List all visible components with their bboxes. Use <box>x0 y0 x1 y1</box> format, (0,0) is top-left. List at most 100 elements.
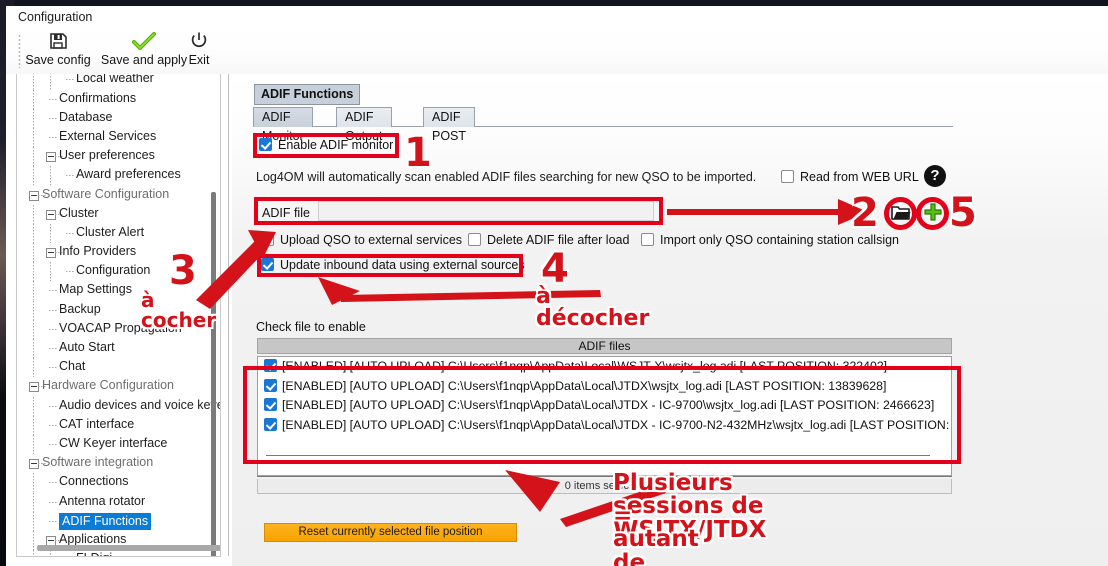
save-and-apply-label: Save and apply <box>100 53 188 67</box>
tree-guide-line <box>33 243 34 263</box>
adif-files-column-header[interactable]: ADIF files <box>257 338 952 354</box>
adif-file-row[interactable]: [ENABLED] [AUTO UPLOAD] C:\Users\f1nqp\A… <box>258 416 951 436</box>
save-config-button[interactable]: Save config <box>24 30 92 67</box>
sidebar-item-label: FLDigi <box>76 551 112 556</box>
tree-collapse-icon[interactable] <box>29 459 39 470</box>
exit-button[interactable]: Exit <box>182 30 216 67</box>
sidebar-item-audio-devices-and-voice-keyer[interactable]: Audio devices and voice keyer <box>17 396 221 416</box>
sidebar-item-chat[interactable]: Chat <box>17 358 220 378</box>
reset-file-position-button[interactable]: Reset currently selected file position <box>264 523 517 542</box>
save-config-label: Save config <box>25 53 91 67</box>
tree-horizontal-scrollbar[interactable] <box>37 545 220 551</box>
file-enabled-checkbox[interactable] <box>264 398 277 411</box>
annotation-number-5: 5 <box>949 190 977 236</box>
tree-guide-line <box>33 166 34 186</box>
tree-guide-line <box>33 358 34 378</box>
tree-connector <box>66 175 75 177</box>
sidebar-item-label: Cluster Alert <box>76 224 145 239</box>
sidebar-item-label: Antenna rotator <box>59 493 146 508</box>
tree-guide-line <box>33 204 34 224</box>
adif-file-row[interactable]: [ENABLED] [AUTO UPLOAD] C:\Users\f1nqp\A… <box>258 396 951 416</box>
sidebar-item-software-integration[interactable]: Software integration <box>17 454 220 473</box>
sidebar-item-label: Hardware Configuration <box>42 378 175 393</box>
tree-vertical-scrollbar[interactable] <box>211 192 216 556</box>
pane-splitter[interactable] <box>228 74 229 556</box>
tab-adif-monitor[interactable]: ADIF Monitor <box>253 107 313 143</box>
sidebar-item-auto-start[interactable]: Auto Start <box>17 339 220 359</box>
sidebar-item-award-preferences[interactable]: Award preferences <box>17 166 220 186</box>
tree-collapse-icon[interactable] <box>46 248 56 259</box>
tree-connector <box>66 79 75 81</box>
file-enabled-checkbox[interactable] <box>264 359 277 372</box>
sidebar-item-user-preferences[interactable]: User preferences <box>17 147 220 167</box>
tree-connector <box>49 520 58 522</box>
exit-label: Exit <box>188 53 210 67</box>
sidebar-item-local-weather[interactable]: Local weather <box>17 74 220 90</box>
adif-file-row[interactable]: [ENABLED] [AUTO UPLOAD] C:\Users\f1nqp\A… <box>258 357 951 377</box>
delete-adif-checkbox[interactable]: Delete ADIF file after load <box>468 233 629 247</box>
sidebar-item-label: Auto Start <box>59 340 115 354</box>
sidebar-item-database[interactable]: Database <box>17 108 220 128</box>
toolbar: Save config Save and apply Exit <box>6 28 1108 74</box>
sidebar-item-confirmations[interactable]: Confirmations <box>17 89 220 109</box>
checkbox-box <box>261 258 274 271</box>
tree-guide-line <box>33 319 34 339</box>
tree-guide-line <box>33 339 34 359</box>
question-mark-icon[interactable]: ? <box>924 165 946 187</box>
tree-collapse-icon[interactable] <box>46 209 56 220</box>
tree-guide-line <box>33 281 34 301</box>
enable-adif-monitor-checkbox[interactable]: Enable ADIF monitor <box>259 138 393 152</box>
check-file-to-enable-label: Check file to enable <box>256 320 366 334</box>
tree-guide-line <box>50 166 51 186</box>
adif-file-input[interactable] <box>318 201 654 221</box>
adif-files-list[interactable]: [ENABLED] [AUTO UPLOAD] C:\Users\f1nqp\A… <box>257 356 952 476</box>
file-enabled-checkbox[interactable] <box>264 417 277 431</box>
tree-connector <box>49 367 58 369</box>
tree-connector <box>49 348 58 349</box>
toolbar-grip[interactable] <box>18 34 21 68</box>
sidebar-item-label: Applications <box>59 531 127 546</box>
tab-adif-post[interactable]: ADIF POST <box>423 107 476 143</box>
tree-connector <box>49 290 58 292</box>
adif-file-path: [ENABLED] [AUTO UPLOAD] C:\Users\f1nqp\A… <box>282 378 887 393</box>
sidebar-item-cluster-alert[interactable]: Cluster Alert <box>17 223 220 244</box>
sidebar-item-label: Audio devices and voice keyer <box>59 397 221 412</box>
tab-adif-output[interactable]: ADIF Output <box>336 107 392 143</box>
tree-connector <box>49 117 58 119</box>
tree-guide-line <box>33 473 34 493</box>
sidebar-item-cluster[interactable]: Cluster <box>17 204 220 224</box>
sidebar-item-antenna-rotator[interactable]: Antenna rotator <box>17 492 220 512</box>
read-from-web-url-checkbox[interactable]: Read from WEB URL <box>781 170 919 184</box>
adif-file-row[interactable]: [ENABLED] [AUTO UPLOAD] C:\Users\f1nqp\A… <box>258 377 951 397</box>
upload-qso-label: Upload QSO to external services <box>280 233 463 247</box>
tree-connector <box>49 443 58 445</box>
sidebar-item-adif-functions[interactable]: ADIF Functions <box>17 511 220 531</box>
info-text: Log4OM will automatically scan enabled A… <box>256 170 757 184</box>
adif-file-label: ADIF file <box>262 206 310 220</box>
tree-guide-line <box>33 108 34 128</box>
group-title: ADIF Functions <box>254 84 361 105</box>
tree-collapse-icon[interactable] <box>29 382 39 393</box>
sidebar-item-label: Connections <box>59 474 129 489</box>
save-and-apply-button[interactable]: Save and apply <box>94 30 194 67</box>
window-titlebar: Configuration <box>6 6 1108 30</box>
sidebar-item-software-configuration[interactable]: Software Configuration <box>17 186 220 205</box>
add-file-button[interactable] <box>921 201 945 223</box>
tree-connector <box>49 136 58 138</box>
sidebar-item-cat-interface[interactable]: CAT interface <box>17 415 220 435</box>
sidebar-item-external-services[interactable]: External Services <box>17 127 220 148</box>
update-inbound-checkbox[interactable]: Update inbound data using external sourc… <box>261 258 525 272</box>
sidebar-item-cw-keyer-interface[interactable]: CW Keyer interface <box>17 434 220 455</box>
tree-connector <box>49 405 58 407</box>
sidebar-item-hardware-configuration[interactable]: Hardware Configuration <box>17 377 220 396</box>
file-enabled-checkbox[interactable] <box>264 378 277 392</box>
tree-collapse-icon[interactable] <box>29 190 39 201</box>
green-check-icon <box>94 31 194 53</box>
browse-folder-button[interactable] <box>889 201 913 223</box>
sidebar-item-connections[interactable]: Connections <box>17 473 220 493</box>
sidebar-item-label: Map Settings <box>59 282 132 297</box>
tree-guide-line <box>33 530 34 551</box>
tree-collapse-icon[interactable] <box>46 152 56 163</box>
upload-qso-checkbox[interactable]: Upload QSO to external services <box>261 233 462 247</box>
sidebar-item-fldigi[interactable]: FLDigi <box>17 550 220 556</box>
